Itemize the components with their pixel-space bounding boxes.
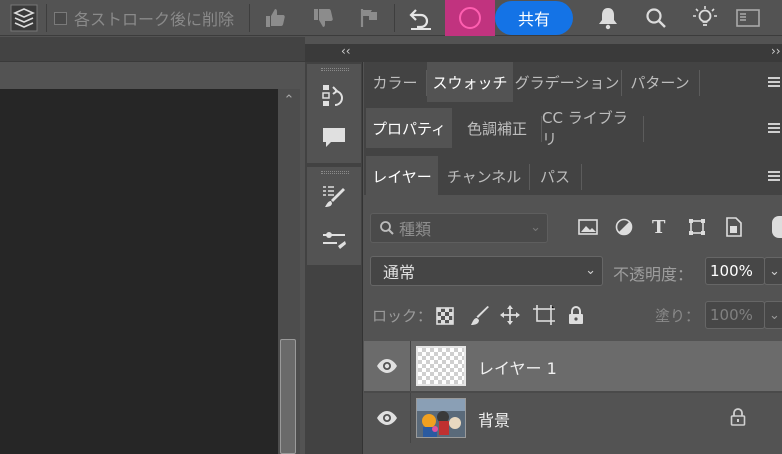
canvas-scrollbar[interactable]: ⌃ xyxy=(278,89,300,454)
document-tab-strip xyxy=(0,37,305,62)
delete-after-stroke-checkbox[interactable] xyxy=(52,0,68,36)
eye-icon[interactable] xyxy=(376,358,398,374)
flag-icon[interactable] xyxy=(356,0,382,36)
layer-row-background[interactable]: 背景 xyxy=(364,393,782,443)
thumbs-down-icon[interactable] xyxy=(310,0,336,36)
circle-icon xyxy=(459,7,481,29)
chevron-down-icon: ⌄ xyxy=(530,220,541,235)
type-filter-icon[interactable]: T xyxy=(652,217,665,238)
tab-adjustments[interactable]: 色調補正 xyxy=(454,108,540,148)
layer-name: 背景 xyxy=(478,411,511,430)
blend-mode-select[interactable]: 通常 ⌄ xyxy=(370,256,603,286)
fill-dropdown-chevron-icon[interactable]: ⌄ xyxy=(764,301,782,329)
layer-name: レイヤー 1 xyxy=(478,359,557,378)
circle-tool-button[interactable] xyxy=(445,0,495,36)
layer-filter-select[interactable]: 種類 ⌄ xyxy=(370,213,548,243)
lock-all-icon[interactable] xyxy=(568,305,584,329)
lock-transparent-pixels-icon[interactable] xyxy=(436,307,454,329)
tab-swatches[interactable]: スウォッチ xyxy=(427,62,513,102)
opacity-label: 不透明度： xyxy=(613,265,694,284)
layers-panel-body: 種類 ⌄ T 通常 ⌄ 不透明度： 100% ⌄ ロック： 塗り： 100% ⌄… xyxy=(364,195,782,454)
background-layer-thumbnail xyxy=(416,398,466,438)
smart-object-filter-icon[interactable] xyxy=(725,217,743,241)
options-toolbar: 各ストローク後に削除 共有 xyxy=(0,0,782,36)
fill-input[interactable]: 100% xyxy=(705,301,765,329)
lock-position-icon[interactable] xyxy=(500,305,520,329)
opacity-input[interactable]: 100% xyxy=(705,257,765,285)
panel-menu-icon[interactable] xyxy=(768,108,782,148)
bell-icon[interactable] xyxy=(594,0,622,36)
tab-properties[interactable]: プロパティ xyxy=(366,108,452,148)
adjustment-filter-icon[interactable] xyxy=(615,218,633,240)
layer-lock-icon[interactable] xyxy=(730,408,746,430)
tab-color[interactable]: カラー xyxy=(364,62,426,102)
search-icon xyxy=(380,221,394,235)
tab-channels[interactable]: チャンネル xyxy=(440,156,528,196)
layer-row-layer1[interactable]: レイヤー 1 xyxy=(364,341,782,391)
scroll-up-icon[interactable]: ⌃ xyxy=(283,94,295,107)
scrollbar-thumb[interactable] xyxy=(280,339,296,454)
collapse-dock-left-icon[interactable]: ‹‹ xyxy=(341,44,351,58)
dock-header: ‹‹ ›› xyxy=(305,44,782,62)
lock-artboard-icon[interactable] xyxy=(533,305,555,329)
lightbulb-icon[interactable] xyxy=(690,0,720,36)
icon-group-2 xyxy=(307,167,361,265)
tab-paths[interactable]: パス xyxy=(530,156,580,196)
document-canvas[interactable] xyxy=(0,89,278,454)
blend-mode-value: 通常 xyxy=(383,263,416,282)
chevron-down-icon: ⌄ xyxy=(585,263,596,278)
filter-toggle-icon[interactable] xyxy=(772,216,782,238)
lock-label: ロック： xyxy=(372,307,433,325)
comment-icon[interactable] xyxy=(320,124,348,152)
tab-cc-libraries[interactable]: CC ライブラリ xyxy=(542,108,642,148)
image-filter-icon[interactable] xyxy=(578,218,598,240)
brush-settings-icon[interactable] xyxy=(320,183,348,211)
panel-menu-icon[interactable] xyxy=(768,156,782,196)
shape-filter-icon[interactable] xyxy=(688,218,706,240)
fill-label: 塗り： xyxy=(655,307,701,325)
search-icon[interactable] xyxy=(642,0,670,36)
tab-patterns[interactable]: パターン xyxy=(622,62,698,102)
panels-area: カラー スウォッチ グラデーション パターン プロパティ 色調補正 CC ライブ… xyxy=(364,62,782,454)
layers-panel-tabs: レイヤー チャンネル パス xyxy=(364,156,782,196)
tab-gradients[interactable]: グラデーション xyxy=(514,62,620,102)
workspace-icon[interactable] xyxy=(734,0,762,36)
panel-menu-icon[interactable] xyxy=(768,62,782,102)
canvas-ruler-area xyxy=(0,63,305,89)
properties-panel-tabs: プロパティ 色調補正 CC ライブラリ xyxy=(364,108,782,148)
checkbox-label: 各ストローク後に削除 xyxy=(74,10,235,29)
opacity-dropdown-chevron-icon[interactable]: ⌄ xyxy=(764,257,782,285)
tool-presets-icon[interactable] xyxy=(320,227,348,255)
collapse-dock-right-icon[interactable]: ›› xyxy=(771,44,781,58)
collapsed-panel-column xyxy=(305,62,363,454)
lock-image-pixels-icon[interactable] xyxy=(470,306,490,330)
color-panel-tabs: カラー スウォッチ グラデーション パターン xyxy=(364,62,782,102)
history-icon[interactable] xyxy=(320,82,348,110)
layer-thumbnail-transparent xyxy=(416,346,466,386)
undo-icon[interactable] xyxy=(406,0,436,36)
eye-icon[interactable] xyxy=(376,410,398,426)
share-button[interactable]: 共有 xyxy=(495,1,573,35)
tab-layers[interactable]: レイヤー xyxy=(366,156,438,196)
filter-placeholder: 種類 xyxy=(399,220,432,239)
icon-group-1 xyxy=(307,64,361,163)
thumbs-up-icon[interactable] xyxy=(262,0,288,36)
layers-stack-icon[interactable] xyxy=(6,0,42,36)
